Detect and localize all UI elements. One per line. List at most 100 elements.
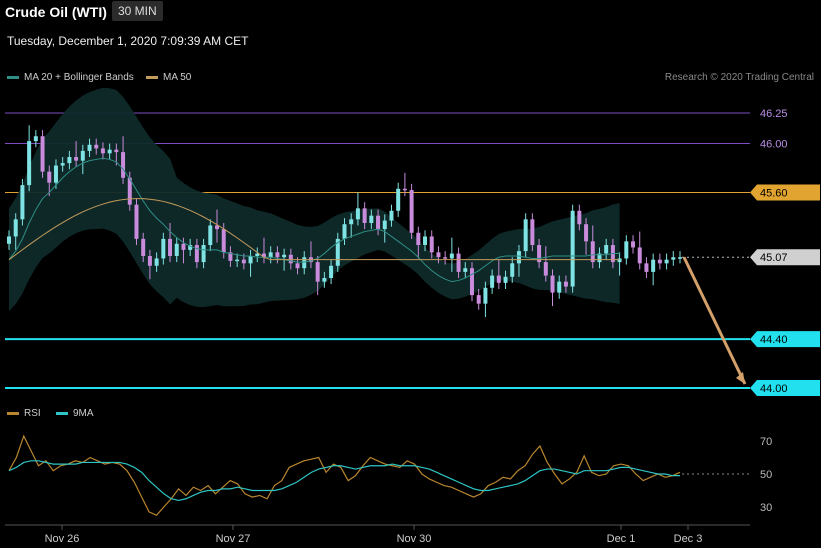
candle-body [590,241,595,263]
candle-body [402,188,407,191]
candle-body [671,257,676,260]
x-tick-label: Nov 27 [216,533,251,545]
candle-body [456,253,461,272]
candle-body [161,238,166,259]
candle-body [443,257,448,259]
legend-ma50-label: MA 50 [163,72,192,83]
bollinger-band-area [9,87,620,312]
rsi-tick-30: 30 [760,502,772,514]
price-labels: 46.25 46.00 45.60 45.07 44.40 44.00 [750,108,820,396]
candle-body [423,236,428,245]
legend-ma20-label: MA 20 + Bollinger Bands [24,72,134,83]
candle-body [154,258,159,266]
candle-body [409,190,414,233]
candle-body [329,265,334,278]
candle-body [637,247,642,264]
candle-body [235,259,240,262]
candle-body [87,144,92,151]
rsi-panel: 70 50 30 [8,434,772,516]
candle-body [570,210,575,287]
candle-body [651,259,656,272]
candle-body [416,232,421,245]
candle-body [449,253,454,259]
candle-body [530,219,535,245]
candle-body [543,262,548,276]
price-label-44.40: 44.40 [760,334,788,346]
price-label-45.60: 45.60 [760,187,788,199]
x-tick-label: Dec 1 [607,533,636,545]
candle-body [268,252,273,258]
candle-body [469,268,474,296]
candle-body [389,210,394,221]
candle-body [657,259,662,264]
candle-body [168,238,173,256]
candle-body [40,136,45,172]
candle-body [67,157,72,164]
candle-body [550,275,555,293]
legend-9ma-label: 9MA [73,408,94,419]
price-label-46.25: 46.25 [760,108,788,120]
candle-body [355,208,360,220]
candle-body [288,254,293,264]
candle-body [382,220,387,230]
candle-body [94,144,99,149]
rsi-tick-70: 70 [760,436,772,448]
candle-body [557,281,562,293]
candle-body [396,188,401,211]
x-tick-label: Dec 3 [674,533,703,545]
candle-body [523,219,528,252]
rsi-tick-50: 50 [760,469,772,481]
candle-body [496,275,501,283]
candle-body [617,258,622,263]
legend-ma20-swatch [7,76,19,79]
candle-body [302,257,307,269]
candle-body [53,165,58,183]
candle-body [577,210,582,225]
bollinger-band [9,87,620,312]
candle-body [241,259,246,264]
legend-9ma-swatch [56,412,68,415]
candle-body [463,268,468,272]
candle-body [13,219,18,237]
candle-body [604,245,609,254]
x-tick-label: Nov 30 [397,533,432,545]
candle-body [47,171,52,183]
candle-body [516,251,521,264]
rsi-series-RSI [8,434,681,516]
candle-body [282,254,287,258]
price-label-46.00: 46.00 [760,139,788,151]
candle-body [436,252,441,258]
candle-body [349,219,354,225]
candle-body [362,208,367,223]
candle-body [376,215,381,230]
candle-body [80,150,85,161]
price-label-44.00: 44.00 [760,383,788,395]
candle-body [563,281,568,287]
candle-body [275,252,280,258]
candle-body [624,241,629,259]
legend-rsi-swatch [7,412,19,415]
candle-body [74,157,79,161]
candle-body [20,185,25,220]
candle-body [483,287,488,304]
candle-body [503,276,508,283]
candle-body [208,225,213,245]
candle-body [295,263,300,269]
candle-body [27,141,32,186]
candle-body [322,278,327,282]
candle-body [147,256,152,266]
candle-body [644,263,649,272]
price-label-45.07: 45.07 [760,252,788,264]
candle-body [107,149,112,154]
candle-body [678,257,682,259]
candle-body [221,229,226,253]
legend-ma50-swatch [146,76,158,79]
projection-arrow [682,256,747,385]
candle-body [134,204,139,239]
candle-body [248,256,253,264]
price-chart[interactable]: 46.25 46.00 45.60 45.07 44.40 44.00 70 50 30 No… [0,0,821,548]
candle-body [476,295,481,304]
candle-body [510,263,515,277]
candle-body [342,224,347,239]
candle-body [631,241,636,248]
